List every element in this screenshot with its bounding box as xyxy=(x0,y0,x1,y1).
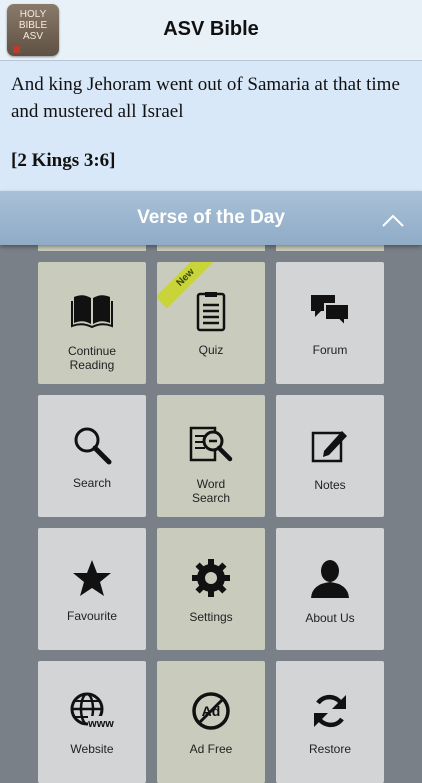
tile-label: Favourite xyxy=(66,609,118,623)
verse-panel[interactable]: And king Jehoram went out of Samaria at … xyxy=(0,61,422,191)
about-us-tile[interactable]: About Us xyxy=(276,528,384,650)
globe-www-icon: www xyxy=(70,692,115,730)
verse-of-the-day-label: Verse of the Day xyxy=(137,207,285,228)
tile-partial xyxy=(157,245,265,251)
menu-grid: Continue Reading New Quiz Forum Search W… xyxy=(0,245,422,783)
verse-reference: [2 Kings 3:6] xyxy=(11,150,116,171)
pencil-note-icon xyxy=(311,431,347,463)
tile-label: Settings xyxy=(189,610,233,624)
bookmark-ribbon-icon xyxy=(13,46,20,53)
website-tile[interactable]: www Website xyxy=(38,661,146,783)
verse-of-the-day-bar[interactable]: Verse of the Day xyxy=(0,191,422,245)
tile-label: Forum xyxy=(312,343,348,357)
forum-tile[interactable]: Forum xyxy=(276,262,384,384)
tile-label: Continue xyxy=(67,344,117,358)
tile-partial xyxy=(38,245,146,251)
verse-text: And king Jehoram went out of Samaria at … xyxy=(11,74,400,122)
ad-free-icon: Ad xyxy=(192,692,230,730)
user-icon xyxy=(311,560,349,598)
notes-tile[interactable]: Notes xyxy=(276,395,384,517)
tile-label: Quiz xyxy=(198,343,224,357)
page-title: ASV Bible xyxy=(163,18,259,40)
tile-label: Website xyxy=(70,742,114,756)
app-header: HOLY BIBLE ASV ASV Bible xyxy=(0,0,422,61)
tile-label: About Us xyxy=(305,611,355,625)
chevron-up-icon[interactable] xyxy=(382,211,404,233)
star-icon xyxy=(73,560,111,596)
restore-tile[interactable]: Restore xyxy=(276,661,384,783)
tile-label: Notes xyxy=(314,478,346,492)
document-search-icon xyxy=(189,426,233,462)
tile-label: Reading xyxy=(69,358,115,372)
svg-text:Ad: Ad xyxy=(202,703,221,719)
tile-label: Restore xyxy=(308,742,352,756)
tile-partial xyxy=(276,245,384,251)
settings-tile[interactable]: Settings xyxy=(157,528,265,650)
favourite-tile[interactable]: Favourite xyxy=(38,528,146,650)
magnifier-icon xyxy=(74,427,112,465)
word-search-tile[interactable]: Word Search xyxy=(157,395,265,517)
tile-label: Ad Free xyxy=(189,742,233,756)
quiz-tile[interactable]: New Quiz xyxy=(157,262,265,384)
quiz-list-icon xyxy=(196,292,226,332)
tile-label: Search xyxy=(191,491,231,505)
chat-bubbles-icon xyxy=(311,295,350,328)
continue-reading-tile[interactable]: Continue Reading xyxy=(38,262,146,384)
gear-icon xyxy=(192,559,230,597)
ad-free-tile[interactable]: Ad Ad Free xyxy=(157,661,265,783)
tile-label: Search xyxy=(72,476,112,490)
refresh-icon xyxy=(314,694,346,728)
open-book-icon xyxy=(71,295,113,328)
search-tile[interactable]: Search xyxy=(38,395,146,517)
tile-label: Word xyxy=(196,477,226,491)
svg-text:www: www xyxy=(87,718,114,730)
